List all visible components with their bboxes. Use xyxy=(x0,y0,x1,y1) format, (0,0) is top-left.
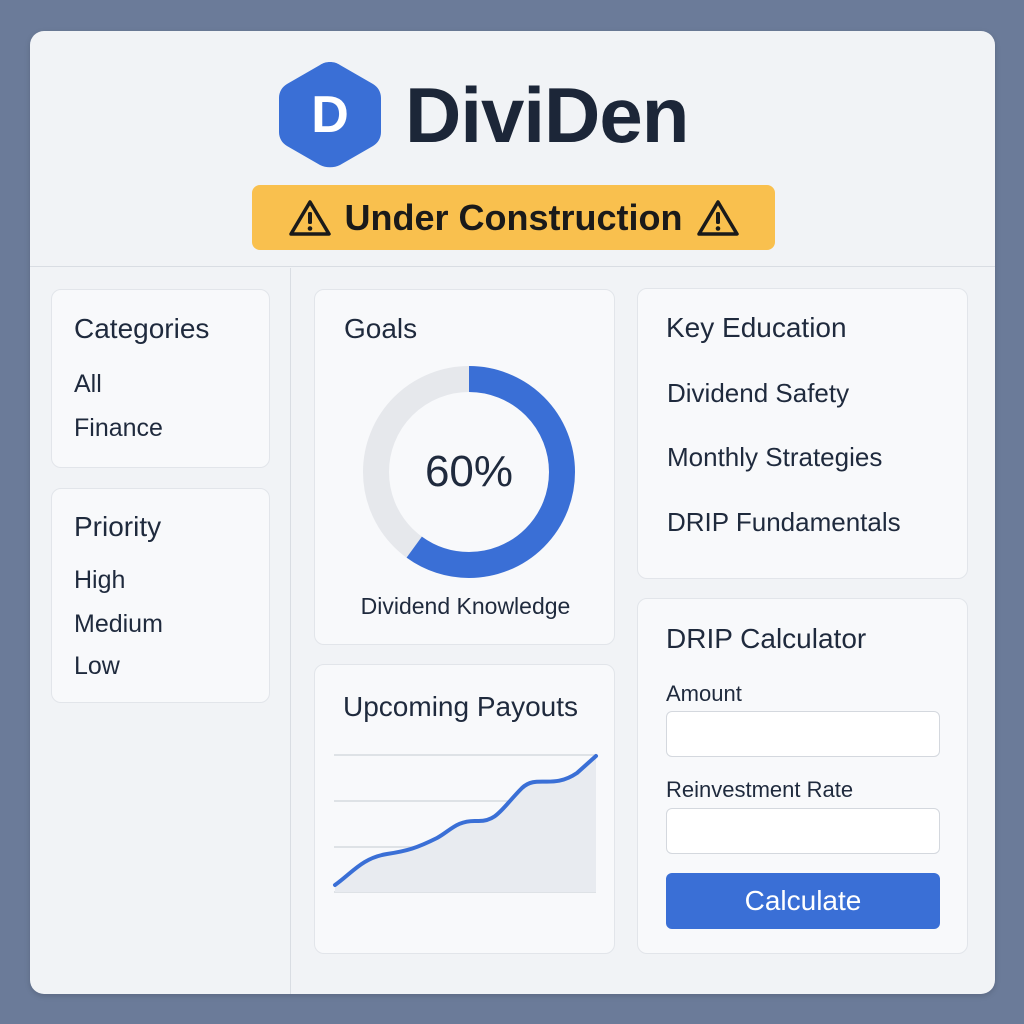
education-item-drip-fundamentals[interactable]: DRIP Fundamentals xyxy=(667,507,901,538)
logo: D xyxy=(277,59,383,171)
sidebar-divider xyxy=(290,268,291,994)
priority-title: Priority xyxy=(74,511,162,542)
education-card: Key Education Dividend Safety Monthly St… xyxy=(637,288,968,579)
category-item-all[interactable]: All xyxy=(74,370,102,399)
goals-card: Goals 60% Dividend Knowledge xyxy=(314,289,615,645)
progress-value: 60% xyxy=(424,447,514,496)
under-construction-banner: Under Construction xyxy=(252,185,775,250)
warning-icon xyxy=(288,199,331,236)
education-title: Key Education xyxy=(666,312,847,343)
payouts-area xyxy=(335,756,596,892)
goals-caption: Dividend Knowledge xyxy=(360,593,571,619)
logo-letter: D xyxy=(311,86,349,144)
priority-item-high[interactable]: High xyxy=(74,566,125,595)
amount-label: Amount xyxy=(666,681,742,706)
payouts-title: Upcoming Payouts xyxy=(343,691,579,722)
brand: D DiviDen xyxy=(277,59,689,171)
header: D DiviDen Under Construction xyxy=(30,31,995,267)
payouts-card: Upcoming Payouts xyxy=(314,664,615,954)
app-title: DiviDen xyxy=(405,71,689,159)
calculator-title: DRIP Calculator xyxy=(666,623,867,654)
reinvestment-rate-label: Reinvestment Rate xyxy=(666,777,854,802)
drip-calculator-card: DRIP Calculator Amount Reinvestment Rate… xyxy=(637,598,968,954)
calculate-button[interactable]: Calculate xyxy=(666,873,940,929)
priority-item-low[interactable]: Low xyxy=(74,652,120,681)
reinvestment-rate-input[interactable] xyxy=(666,808,940,854)
goals-title: Goals xyxy=(344,313,418,344)
amount-input[interactable] xyxy=(666,711,940,757)
warning-icon xyxy=(696,199,739,236)
education-item-monthly-strategies[interactable]: Monthly Strategies xyxy=(667,442,882,473)
banner-text: Under Construction xyxy=(344,196,683,238)
education-item-dividend-safety[interactable]: Dividend Safety xyxy=(667,378,849,409)
app-window: D DiviDen Under Construction Categories … xyxy=(30,31,995,994)
priority-item-medium[interactable]: Medium xyxy=(74,610,163,639)
categories-title: Categories xyxy=(74,313,210,344)
category-item-finance[interactable]: Finance xyxy=(74,414,163,443)
categories-card: Categories All Finance xyxy=(51,289,270,468)
payouts-chart xyxy=(333,754,598,893)
priority-card: Priority High Medium Low xyxy=(51,488,270,703)
